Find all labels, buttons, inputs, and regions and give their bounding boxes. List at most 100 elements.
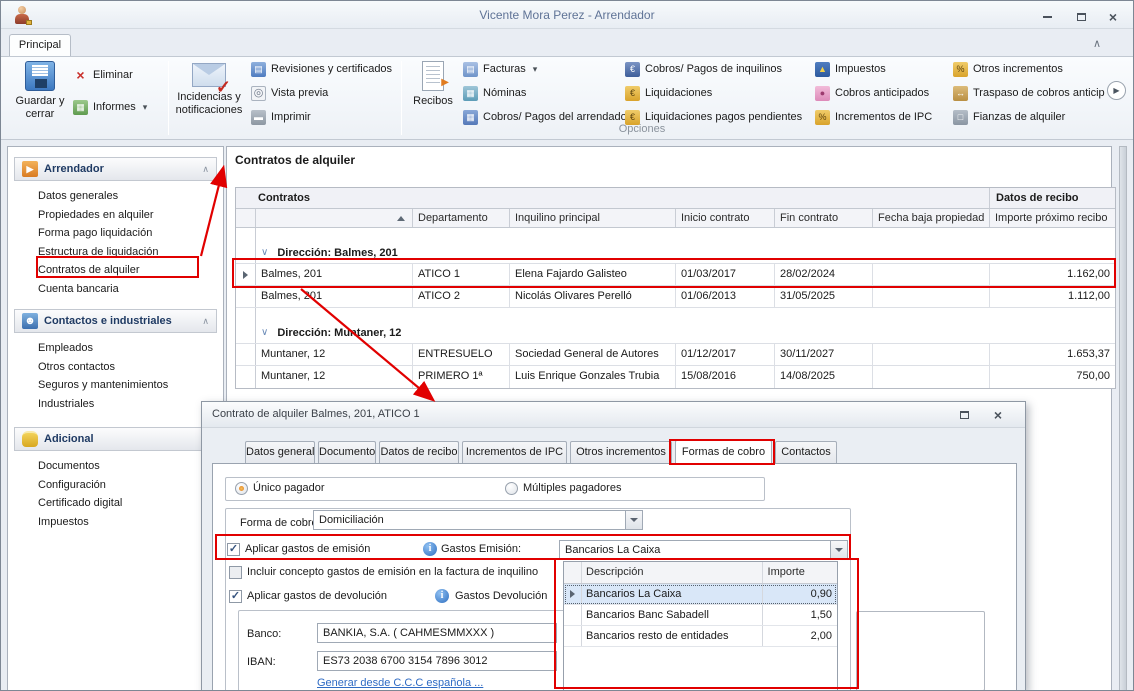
sidebar-item-forma-pago[interactable]: Forma pago liquidación — [8, 224, 223, 243]
tab-incrementos-ipc[interactable]: Incrementos de IPC — [462, 441, 567, 464]
settlements-label: Liquidaciones — [645, 87, 712, 99]
advance-transfer-button[interactable]: ↔ Traspaso de cobros anticipados — [953, 83, 1105, 103]
payment-method-select[interactable]: Domiciliación — [313, 510, 643, 530]
tab-otros-incrementos[interactable]: Otros incrementos — [570, 441, 672, 464]
sidebar-item-estructura[interactable]: Estructura de liquidación — [8, 243, 223, 262]
sidebar-item-otros-contactos[interactable]: Otros contactos — [8, 358, 223, 377]
preview-button[interactable]: ◎ Vista previa — [251, 83, 328, 103]
grid-spacer — [236, 228, 1115, 243]
sidebar-item-contratos-alquiler[interactable]: Contratos de alquiler — [8, 261, 223, 280]
minimize-button[interactable] — [1035, 8, 1059, 25]
dialog-title-bar: Contrato de alquiler Balmes, 201, ATICO … — [202, 402, 1025, 428]
deposits-button[interactable]: □ Fianzas de alquiler — [953, 107, 1065, 127]
scrollbar-strip[interactable] — [1119, 146, 1127, 691]
dialog-restore-button[interactable] — [953, 407, 975, 423]
group-row-balmes[interactable]: ∨ Dirección: Balmes, 201 — [236, 243, 1115, 264]
sidebar-item-propiedades[interactable]: Propiedades en alquiler — [8, 206, 223, 225]
header-fin[interactable]: Fin contrato — [775, 209, 873, 227]
row-indicator-icon — [243, 271, 248, 279]
reports-button[interactable]: ▦ Informes ▾ — [73, 97, 147, 117]
table-row[interactable]: Balmes, 201 ATICO 2 Nicolás Olivares Per… — [236, 286, 1115, 308]
single-payer-radio[interactable] — [235, 482, 248, 495]
sidebar-item-documentos[interactable]: Documentos — [8, 457, 223, 476]
chevron-down-icon[interactable] — [830, 541, 847, 559]
print-button[interactable]: ▬ Imprimir — [251, 107, 311, 127]
dialog-content: Único pagador Múltiples pagadores Forma … — [212, 463, 1017, 691]
include-concept-checkbox[interactable] — [229, 566, 242, 579]
print-icon: ▬ — [251, 110, 266, 125]
other-increments-button[interactable]: % Otros incrementos — [953, 59, 1063, 79]
popup-row[interactable]: Bancarios resto de entidades 2,00 — [564, 626, 837, 647]
incidents-button[interactable]: Incidencias y notificaciones — [172, 59, 246, 135]
tab-principal[interactable]: Principal — [9, 34, 71, 57]
table-row[interactable]: Muntaner, 12 ENTRESUELO Sociedad General… — [236, 344, 1115, 366]
header-inquilino[interactable]: Inquilino principal — [510, 209, 676, 227]
iban-label: IBAN: — [247, 652, 276, 672]
popup-row[interactable]: Bancarios Banc Sabadell 1,50 — [564, 605, 837, 626]
advance-collections-button[interactable]: ● Cobros anticipados — [815, 83, 929, 103]
tab-documentos[interactable]: Documentos — [318, 441, 376, 464]
header-fecha-baja[interactable]: Fecha baja propiedad — [873, 209, 990, 227]
popup-header-descripcion[interactable]: Descripción — [582, 562, 763, 583]
sidebar-group-contactos[interactable]: ☻ Contactos e industriales ∧ — [14, 309, 217, 333]
restore-icon — [960, 411, 969, 419]
tab-datos-generales[interactable]: Datos generales — [245, 441, 315, 464]
tab-datos-recibo[interactable]: Datos de recibo — [379, 441, 459, 464]
group-row-muntaner[interactable]: ∨ Dirección: Muntaner, 12 — [236, 323, 1115, 344]
ribbon-group-label: Opciones — [407, 123, 877, 135]
sidebar-item-configuracion[interactable]: Configuración — [8, 476, 223, 495]
header-departamento[interactable]: Departamento — [413, 209, 510, 227]
contract-dialog: Contrato de alquiler Balmes, 201, ATICO … — [201, 401, 1026, 691]
invoices-button[interactable]: ▤ Facturas ▾ — [463, 59, 537, 79]
other-increments-icon: % — [953, 62, 968, 77]
mail-check-icon — [192, 63, 226, 87]
contracts-grid: Contratos Datos de recibo Departamento I… — [235, 187, 1116, 389]
header-inicio[interactable]: Inicio contrato — [676, 209, 775, 227]
sidebar-group-adicional[interactable]: Adicional ∧ — [14, 427, 217, 451]
delete-button[interactable]: × Eliminar — [73, 65, 133, 85]
sidebar-item-impuestos[interactable]: Impuestos — [8, 513, 223, 532]
sidebar-item-cuenta-bancaria[interactable]: Cuenta bancaria — [8, 280, 223, 299]
generate-iban-link[interactable]: Generar desde C.C.C española ... — [317, 677, 483, 689]
cell-inquilino: Nicolás Olivares Perelló — [510, 286, 676, 307]
sidebar-item-certificado[interactable]: Certificado digital — [8, 494, 223, 513]
ribbon-separator — [401, 61, 402, 135]
settlements-button[interactable]: € Liquidaciones — [625, 83, 712, 103]
tab-formas-de-cobro[interactable]: Formas de cobro — [675, 440, 772, 464]
pending-settlements-label: Liquidaciones pagos pendientes — [645, 111, 802, 123]
ribbon-scroll-right-button[interactable]: ▶ — [1107, 81, 1126, 100]
save-close-button[interactable]: Guardar y cerrar — [11, 61, 69, 137]
apply-issue-costs-checkbox[interactable]: ✓ — [227, 543, 240, 556]
tenant-payments-button[interactable]: € Cobros/ Pagos de inquilinos — [625, 59, 782, 79]
grid-band-row: Contratos Datos de recibo — [236, 188, 1115, 209]
preview-icon: ◎ — [251, 86, 266, 101]
sidebar-item-empleados[interactable]: Empleados — [8, 339, 223, 358]
iban-field[interactable]: ES73 2038 6700 3154 7896 3012 — [317, 651, 557, 671]
header-importe[interactable]: Importe próximo recibo — [990, 209, 1115, 227]
minimize-icon — [1043, 16, 1052, 18]
dialog-close-button[interactable]: × — [987, 407, 1009, 423]
revisions-button[interactable]: ▤ Revisiones y certificados — [251, 59, 392, 79]
popup-header-importe[interactable]: Importe — [763, 562, 837, 583]
sidebar-item-industriales[interactable]: Industriales — [8, 395, 223, 414]
popup-row[interactable]: Bancarios La Caixa 0,90 — [564, 584, 837, 605]
sidebar-group-arrendador[interactable]: ▶ Arrendador ∧ — [14, 157, 217, 181]
table-row[interactable]: Muntaner, 12 PRIMERO 1ª Luis Enrique Gon… — [236, 366, 1115, 388]
tab-contactos[interactable]: Contactos — [775, 441, 837, 464]
apply-return-costs-checkbox[interactable]: ✓ — [229, 590, 242, 603]
ribbon-collapse-icon[interactable]: ∧ — [1093, 37, 1101, 50]
bank-field[interactable]: BANKIA, S.A. ( CAHMESMMXXX ) — [317, 623, 557, 643]
sidebar-item-seguros[interactable]: Seguros y mantenimientos — [8, 376, 223, 395]
chevron-down-icon[interactable] — [625, 511, 642, 529]
header-direccion[interactable] — [256, 209, 413, 227]
table-row[interactable]: Balmes, 201 ATICO 1 Elena Fajardo Galist… — [236, 264, 1115, 286]
close-button[interactable]: × — [1101, 8, 1125, 25]
taxes-button[interactable]: ▲ Impuestos — [815, 59, 886, 79]
issue-costs-select[interactable]: Bancarios La Caixa — [559, 540, 848, 560]
cell-inicio: 01/12/2017 — [676, 344, 775, 365]
sidebar-item-datos-generales[interactable]: Datos generales — [8, 187, 223, 206]
payrolls-button[interactable]: ▦ Nóminas — [463, 83, 526, 103]
taxes-label: Impuestos — [835, 63, 886, 75]
multiple-payer-radio[interactable] — [505, 482, 518, 495]
restore-button[interactable] — [1069, 8, 1093, 25]
